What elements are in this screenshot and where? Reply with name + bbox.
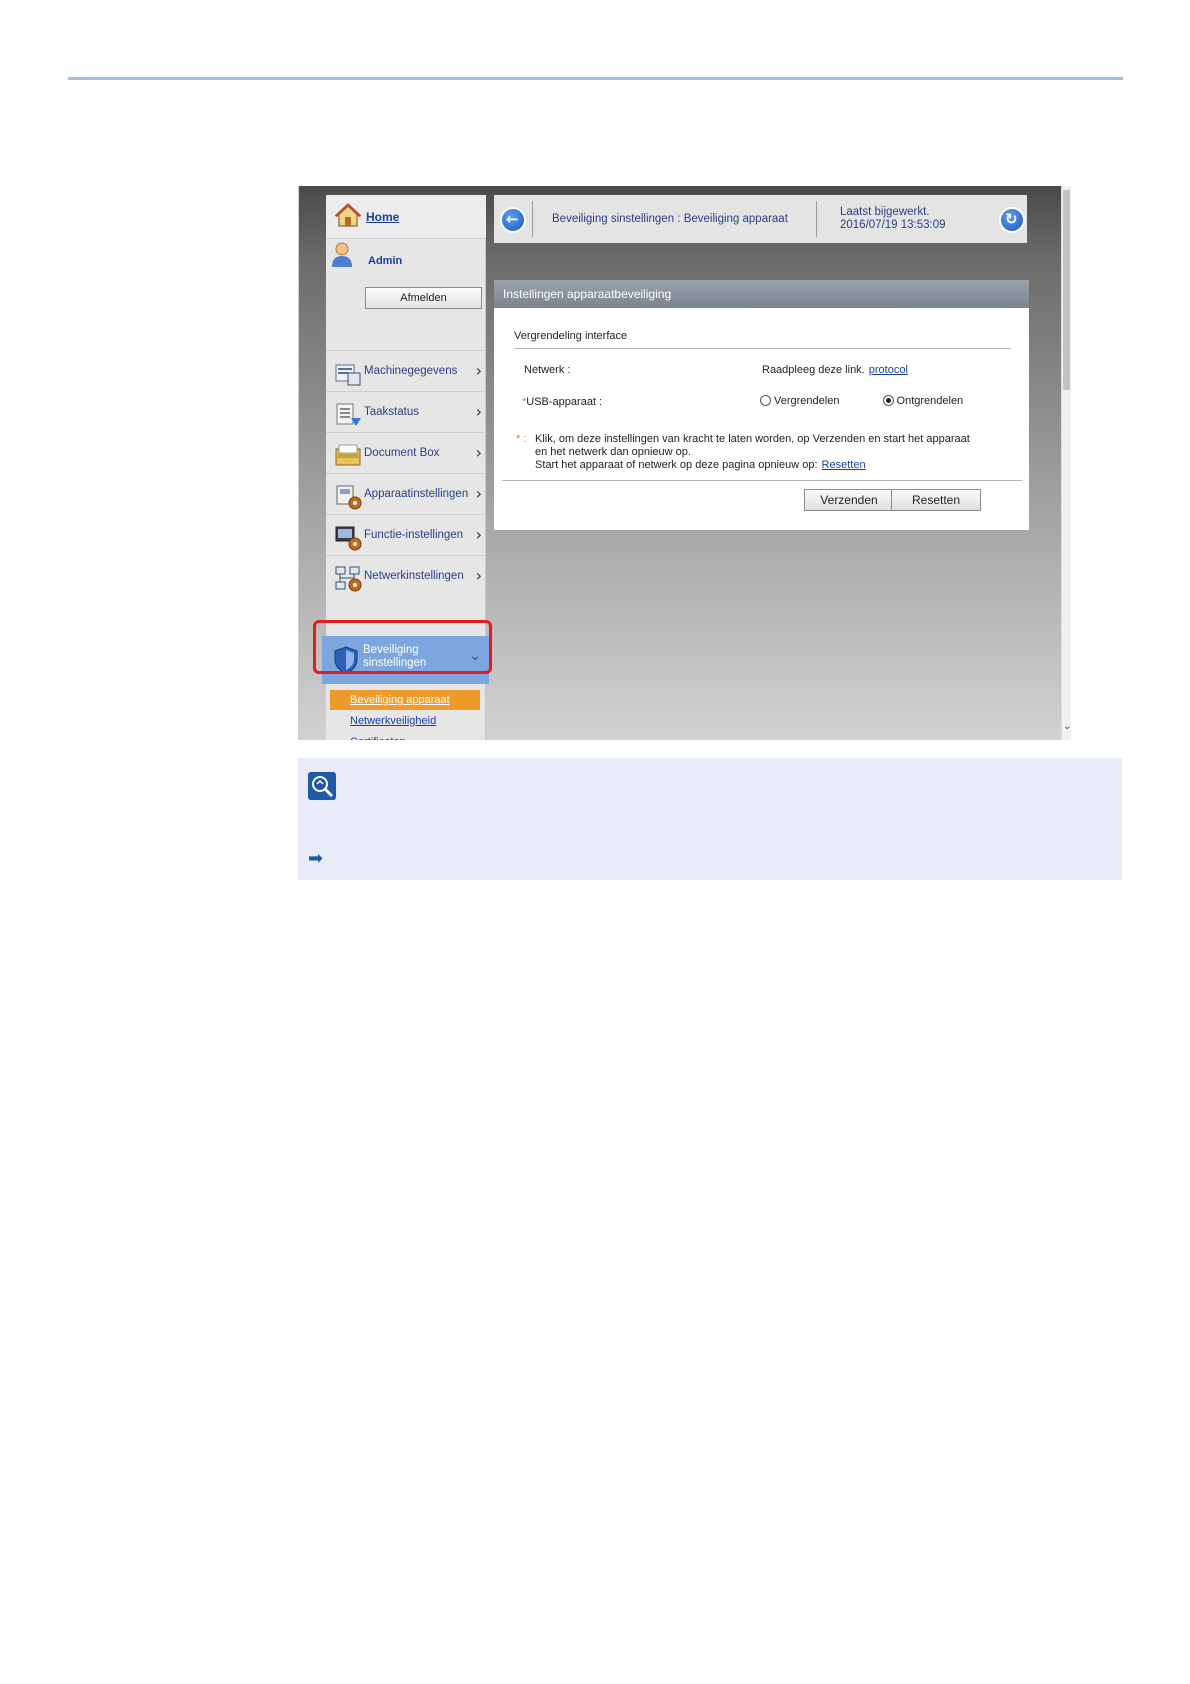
network-label: Netwerk : — [524, 364, 571, 376]
chevron-right-icon: › — [475, 443, 482, 462]
protocol-link[interactable]: protocol — [869, 364, 908, 376]
user-name: Admin — [368, 255, 403, 267]
last-updated: Laatst bijgewerkt. 2016/07/19 13:53:09 — [840, 206, 946, 232]
submit-button[interactable]: Verzenden — [804, 489, 894, 511]
user-avatar-icon — [332, 242, 352, 267]
network-text: Raadpleeg deze link. — [762, 364, 865, 376]
usb-radio-group: Vergrendelen Ontgrendelen — [760, 395, 1003, 407]
note-icon — [308, 772, 336, 800]
last-updated-label: Laatst bijgewerkt. — [840, 206, 930, 218]
sidebar-item-functie-instellingen[interactable]: Functie-instellingen › — [326, 514, 486, 558]
job-status-icon — [336, 403, 361, 426]
note-text: Klik, om deze instellingen van kracht te… — [535, 433, 985, 472]
breadcrumb-bar: Beveiliging sinstellingen : Beveiliging … — [494, 195, 1027, 243]
sidebar-item-label: Apparaatinstellingen — [364, 488, 469, 500]
usb-label-text: USB-apparaat : — [526, 396, 603, 408]
home-link[interactable]: Home — [366, 210, 399, 224]
document-box-icon — [335, 444, 361, 466]
sidebar-item-label: Netwerkinstellingen — [364, 570, 464, 582]
chevron-right-icon: › — [475, 525, 482, 544]
settings-panel: Instellingen apparaatbeveiliging Vergren… — [494, 280, 1029, 530]
note-line-2: Start het apparaat of netwerk op deze pa… — [535, 459, 985, 472]
sidebar-item-apparaatinstellingen[interactable]: Apparaatinstellingen › — [326, 473, 486, 517]
sub-item-netwerkveiligheid[interactable]: Netwerkveiligheid — [330, 711, 480, 731]
sub-item-beveiliging-apparaat[interactable]: Beveiliging apparaat — [330, 690, 480, 710]
scrollbar-thumb[interactable] — [1063, 190, 1070, 390]
sidebar-item-document-box[interactable]: Document Box › — [326, 432, 486, 476]
radio-label: Ontgrendelen — [896, 395, 964, 407]
sidebar-item-label: Document Box — [364, 447, 440, 459]
divider — [514, 348, 1011, 349]
logout-button[interactable]: Afmelden — [365, 287, 482, 309]
reset-button[interactable]: Resetten — [891, 489, 981, 511]
chevron-right-icon: › — [475, 566, 482, 585]
panel-title: Instellingen apparaatbeveiliging — [494, 280, 1029, 308]
sidebar-item-netwerkinstellingen[interactable]: Netwerkinstellingen › — [326, 555, 486, 599]
radio-vergrendelen[interactable]: Vergrendelen — [760, 395, 839, 407]
radio-button-selected[interactable] — [882, 395, 894, 406]
section-title: Vergrendeling interface — [514, 330, 628, 342]
highlight-callout — [313, 620, 492, 674]
network-settings-icon — [335, 566, 362, 592]
chevron-right-icon: › — [475, 361, 482, 380]
divider — [816, 201, 817, 237]
arrow-right-icon: ➡ — [308, 848, 324, 869]
last-updated-value: 2016/07/19 13:53:09 — [840, 219, 946, 231]
radio-label: Vergrendelen — [774, 395, 840, 407]
chevron-right-icon: › — [475, 484, 482, 503]
vertical-scrollbar[interactable]: ⌄ — [1061, 186, 1071, 740]
sidebar-item-taakstatus[interactable]: Taakstatus › — [326, 391, 486, 435]
sidebar-item-label: Taakstatus — [364, 406, 419, 418]
radio-button[interactable] — [760, 395, 771, 406]
chevron-right-icon: › — [475, 402, 482, 421]
note-box: ➡ — [298, 758, 1122, 880]
note-line-2-text: Start het apparaat of netwerk op deze pa… — [535, 459, 818, 471]
sub-item-certificaten[interactable]: Certificaten — [330, 732, 480, 740]
header-rule — [68, 77, 1123, 80]
divider — [502, 480, 1022, 481]
back-icon[interactable] — [500, 207, 526, 233]
radio-ontgrendelen[interactable]: Ontgrendelen — [882, 395, 964, 407]
sidebar-item-label: Functie-instellingen — [364, 529, 464, 541]
note-line-1: Klik, om deze instellingen van kracht te… — [535, 433, 970, 458]
sidebar-item-label: Machinegegevens — [364, 365, 458, 377]
network-value: Raadpleeg deze link. protocol — [762, 364, 908, 376]
reset-link[interactable]: Resetten — [822, 459, 866, 471]
device-settings-icon — [336, 485, 362, 510]
note-asterisk: * : — [516, 433, 527, 445]
function-settings-icon — [335, 526, 362, 551]
machine-info-icon — [335, 364, 361, 386]
usb-label: *USB-apparaat : — [522, 396, 602, 408]
home-icon — [334, 203, 362, 227]
scroll-down-icon[interactable]: ⌄ — [1063, 721, 1071, 732]
refresh-icon[interactable] — [999, 207, 1025, 233]
divider — [532, 201, 533, 237]
sidebar-home[interactable]: Home — [326, 195, 486, 239]
breadcrumb: Beveiliging sinstellingen : Beveiliging … — [552, 213, 788, 225]
sidebar-item-machinegegevens[interactable]: Machinegegevens › — [326, 350, 486, 394]
